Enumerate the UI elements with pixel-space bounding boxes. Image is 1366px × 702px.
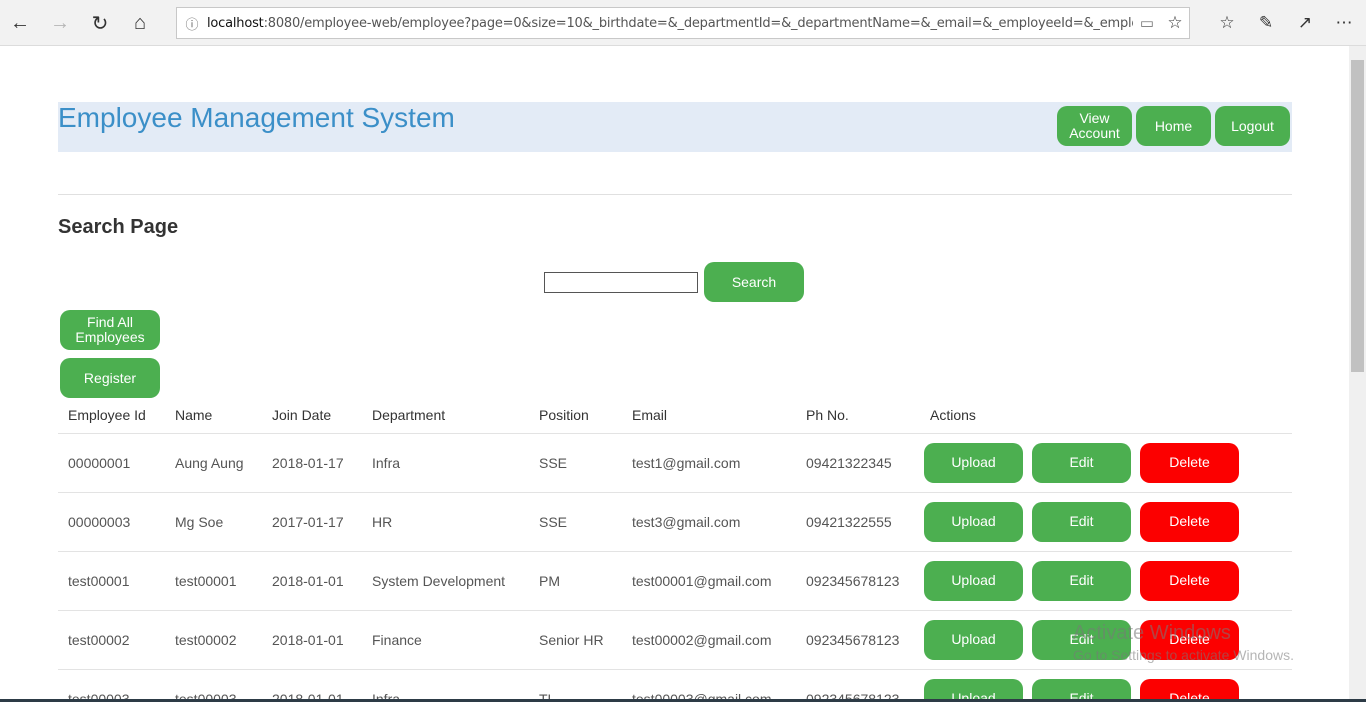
- edit-button[interactable]: Edit: [1032, 560, 1131, 601]
- table-header-row: Employee Id Name Join Date Department Po…: [58, 398, 1292, 434]
- table-cell: 092345678123: [796, 551, 920, 611]
- edit-button[interactable]: Edit: [1032, 442, 1131, 483]
- table-cell: 09421322555: [796, 492, 920, 552]
- table-cell: Infra: [362, 669, 529, 702]
- view-account-button[interactable]: View Account: [1057, 106, 1132, 146]
- delete-button[interactable]: Delete: [1140, 442, 1239, 483]
- reading-view-icon[interactable]: ▭: [1133, 14, 1161, 32]
- table-cell: PM: [529, 551, 622, 611]
- column-header: Name: [165, 398, 262, 434]
- table-cell: 092345678123: [796, 669, 920, 702]
- url-path: :8080/employee-web/employee?page=0&size=…: [263, 15, 1133, 31]
- favorite-star-icon[interactable]: ☆: [1161, 13, 1189, 33]
- table-cell: SSE: [529, 492, 622, 552]
- favorites-icon[interactable]: ☆: [1212, 8, 1242, 38]
- delete-button[interactable]: Delete: [1140, 501, 1239, 542]
- table-cell: 2017-01-17: [262, 492, 362, 552]
- table-cell: Aung Aung: [165, 433, 262, 493]
- table-cell: test00001: [58, 551, 165, 611]
- home-button[interactable]: Home: [1136, 106, 1211, 146]
- table-cell: 2018-01-01: [262, 610, 362, 670]
- search-button[interactable]: Search: [704, 262, 804, 302]
- upload-button[interactable]: Upload: [924, 442, 1023, 483]
- employee-table: Employee Id Name Join Date Department Po…: [58, 398, 1292, 702]
- share-icon[interactable]: ↗: [1290, 8, 1320, 38]
- actions-cell: Upload Edit Delete: [920, 669, 1292, 702]
- table-cell: TL: [529, 669, 622, 702]
- table-cell: Mg Soe: [165, 492, 262, 552]
- column-header: Employee Id: [58, 398, 165, 434]
- column-header: Position: [529, 398, 622, 434]
- edit-button[interactable]: Edit: [1032, 501, 1131, 542]
- delete-button[interactable]: Delete: [1140, 560, 1239, 601]
- column-header: Join Date: [262, 398, 362, 434]
- table-cell: 00000003: [58, 492, 165, 552]
- actions-cell: Upload Edit Delete: [920, 433, 1292, 493]
- table-cell: HR: [362, 492, 529, 552]
- table-cell: 00000001: [58, 433, 165, 493]
- table-cell: 2018-01-01: [262, 669, 362, 702]
- upload-button[interactable]: Upload: [924, 501, 1023, 542]
- url-text[interactable]: localhost:8080/employee-web/employee?pag…: [207, 16, 1133, 31]
- pen-icon[interactable]: ✎: [1251, 8, 1281, 38]
- home-icon[interactable]: ⌂: [122, 5, 158, 41]
- table-cell: 2018-01-01: [262, 551, 362, 611]
- column-header: Email: [622, 398, 796, 434]
- url-host: localhost: [207, 15, 264, 31]
- delete-button[interactable]: Delete: [1140, 619, 1239, 660]
- table-row: 00000001 Aung Aung 2018-01-17 Infra SSE test1…: [58, 433, 1292, 493]
- page-content: Employee Management System View Account …: [0, 46, 1349, 702]
- refresh-icon[interactable]: ↻: [82, 5, 118, 41]
- table-cell: SSE: [529, 433, 622, 493]
- back-icon[interactable]: ←: [2, 5, 38, 41]
- actions-cell: Upload Edit Delete: [920, 492, 1292, 552]
- divider: [58, 194, 1292, 195]
- actions-cell: Upload Edit Delete: [920, 551, 1292, 611]
- edit-button[interactable]: Edit: [1032, 619, 1131, 660]
- address-bar[interactable]: ⓘ localhost:8080/employee-web/employee?p…: [176, 7, 1190, 39]
- find-all-employees-button[interactable]: Find All Employees: [60, 310, 160, 350]
- upload-button[interactable]: Upload: [924, 560, 1023, 601]
- app-title: Employee Management System: [58, 102, 455, 133]
- table-cell: Infra: [362, 433, 529, 493]
- table-cell: 2018-01-17: [262, 433, 362, 493]
- logout-button[interactable]: Logout: [1215, 106, 1290, 146]
- table-row: test00003 test00003 2018-01-01 Infra TL test0…: [58, 669, 1292, 702]
- page-title: Search Page: [58, 216, 179, 238]
- table-cell: test00003@gmail.com: [622, 669, 796, 702]
- table-cell: test00002: [58, 610, 165, 670]
- table-cell: Finance: [362, 610, 529, 670]
- table-cell: test00002: [165, 610, 262, 670]
- table-cell: test00001@gmail.com: [622, 551, 796, 611]
- vertical-scrollbar[interactable]: [1349, 46, 1366, 702]
- table-cell: Senior HR: [529, 610, 622, 670]
- table-cell: test00003: [165, 669, 262, 702]
- table-row: test00001 test00001 2018-01-01 System Devel…: [58, 551, 1292, 611]
- table-cell: test00003: [58, 669, 165, 702]
- actions-cell: Upload Edit Delete: [920, 610, 1292, 670]
- scroll-thumb[interactable]: [1351, 60, 1364, 372]
- search-input[interactable]: [544, 272, 698, 293]
- column-header: Ph No.: [796, 398, 920, 434]
- table-cell: test00002@gmail.com: [622, 610, 796, 670]
- table-row: 00000003 Mg Soe 2017-01-17 HR SSE test3@gmail…: [58, 492, 1292, 552]
- table-cell: test00001: [165, 551, 262, 611]
- forward-icon[interactable]: →: [42, 5, 78, 41]
- column-header: Department: [362, 398, 529, 434]
- browser-toolbar: ← → ↻ ⌂ ⓘ localhost:8080/employee-web/em…: [0, 0, 1366, 46]
- table-cell: 092345678123: [796, 610, 920, 670]
- table-cell: test1@gmail.com: [622, 433, 796, 493]
- register-button[interactable]: Register: [60, 358, 160, 398]
- column-header: Actions: [920, 398, 1292, 434]
- app-header: Employee Management System View Account …: [58, 102, 1292, 152]
- info-icon[interactable]: ⓘ: [177, 14, 207, 33]
- table-cell: test3@gmail.com: [622, 492, 796, 552]
- table-cell: System Development: [362, 551, 529, 611]
- more-icon[interactable]: ⋯: [1329, 8, 1359, 38]
- table-row: test00002 test00002 2018-01-01 Finance Senio…: [58, 610, 1292, 670]
- upload-button[interactable]: Upload: [924, 619, 1023, 660]
- table-cell: 09421322345: [796, 433, 920, 493]
